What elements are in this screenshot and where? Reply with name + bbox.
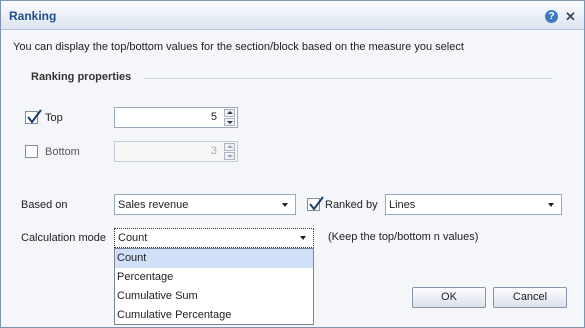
checkmark-icon [27, 109, 42, 124]
dropdown-option-cumulative-sum[interactable]: Cumulative Sum [115, 287, 313, 306]
bottom-increment-button[interactable] [224, 143, 235, 151]
top-value: 5 [210, 111, 217, 123]
dropdown-option-cumulative-percentage[interactable]: Cumulative Percentage [115, 306, 313, 325]
title-bar: Ranking ? ✕ [1, 1, 584, 30]
help-icon[interactable]: ? [545, 10, 558, 23]
top-checkbox[interactable] [25, 109, 42, 124]
dropdown-option-percentage[interactable]: Percentage [115, 268, 313, 287]
ranking-dialog: Ranking ? ✕ You can display the top/bott… [0, 0, 585, 328]
calculation-mode-dropdown: Count Percentage Cumulative Sum Cumulati… [114, 248, 314, 325]
ok-button[interactable]: OK [412, 287, 486, 308]
ranked-by-label: Ranked by [325, 199, 378, 211]
ranking-properties-heading: Ranking properties [31, 71, 132, 83]
top-increment-button[interactable] [224, 109, 235, 117]
close-icon[interactable]: ✕ [564, 10, 577, 23]
ranked-by-select[interactable]: Lines [385, 194, 562, 215]
top-decrement-button[interactable] [224, 118, 235, 126]
calculation-mode-select[interactable]: Count [114, 228, 314, 248]
bottom-decrement-button[interactable] [224, 152, 235, 160]
cancel-button[interactable]: Cancel [493, 287, 567, 308]
calculation-mode-label: Calculation mode [21, 232, 106, 244]
top-value-stepper[interactable]: 5 [114, 107, 238, 128]
chevron-down-icon [282, 203, 288, 207]
bottom-value-stepper[interactable]: 3 [114, 141, 238, 162]
ranked-by-value: Lines [389, 199, 416, 211]
dropdown-option-count[interactable]: Count [115, 249, 313, 268]
dialog-description: You can display the top/bottom values fo… [13, 41, 464, 53]
section-divider [144, 78, 552, 79]
bottom-value: 3 [210, 145, 217, 157]
calculation-mode-hint: (Keep the top/bottom n values) [328, 231, 479, 243]
bottom-checkbox[interactable] [25, 145, 38, 158]
based-on-label: Based on [21, 199, 68, 211]
top-label: Top [45, 112, 63, 124]
bottom-label: Bottom [45, 146, 80, 158]
based-on-select[interactable]: Sales revenue [114, 194, 296, 215]
checkmark-icon [309, 196, 324, 211]
based-on-value: Sales revenue [118, 199, 189, 211]
dialog-title: Ranking [9, 9, 57, 23]
chevron-down-icon [548, 203, 554, 207]
calculation-mode-value: Count [118, 232, 148, 244]
chevron-down-icon [300, 236, 306, 240]
ranked-by-checkbox[interactable] [307, 196, 324, 211]
